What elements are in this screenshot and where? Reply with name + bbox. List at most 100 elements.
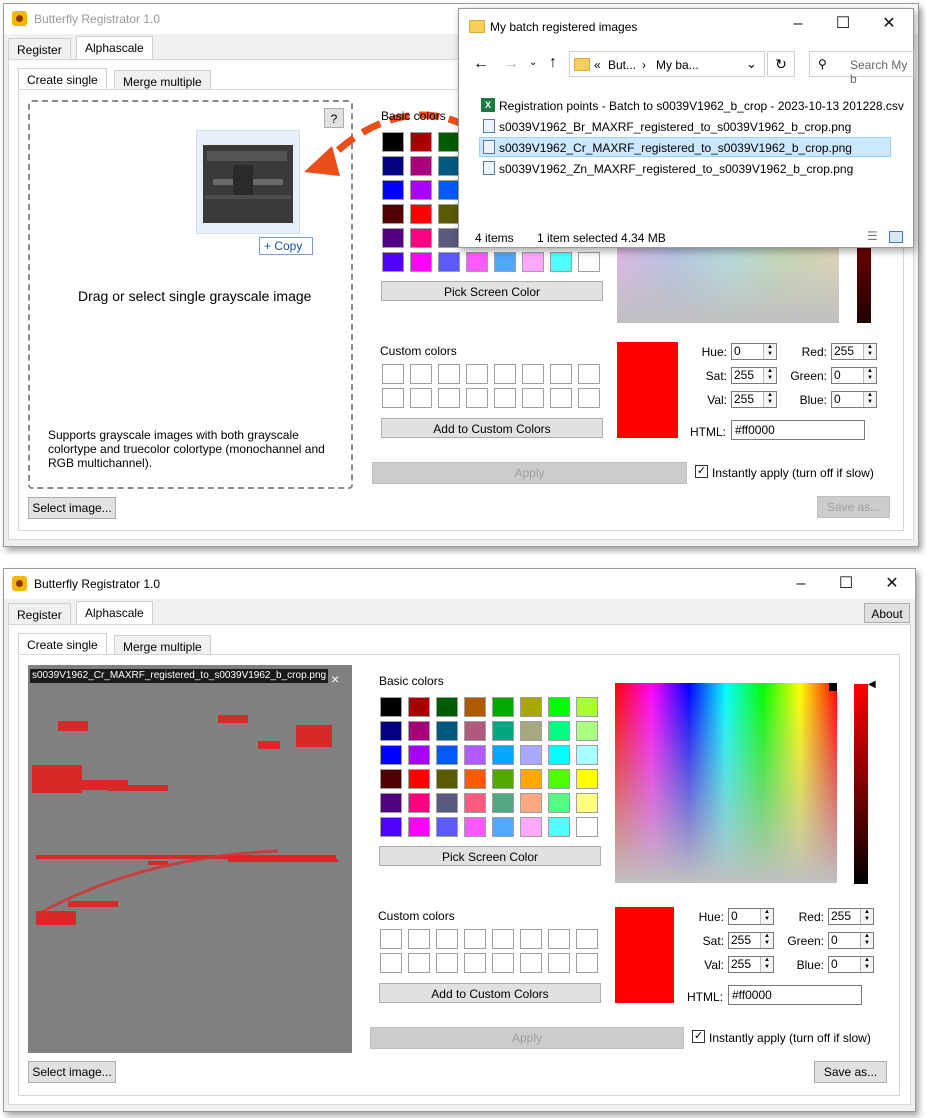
tab-register[interactable]: Register	[8, 603, 71, 625]
bottom-instantly-apply-checkbox[interactable]: ✓	[692, 1030, 705, 1043]
about-button[interactable]: About	[864, 603, 910, 623]
basic-color-swatch[interactable]	[492, 697, 514, 717]
basic-color-swatch[interactable]	[520, 697, 542, 717]
basic-color-swatch[interactable]	[492, 721, 514, 741]
basic-color-swatch[interactable]	[520, 793, 542, 813]
custom-color-swatch[interactable]	[492, 929, 514, 949]
basic-color-swatch[interactable]	[408, 769, 430, 789]
basic-color-swatch[interactable]	[380, 793, 402, 813]
basic-color-swatch[interactable]	[436, 697, 458, 717]
sat-spinbox[interactable]: 255 ▲ ▼	[731, 367, 777, 384]
basic-color-swatch[interactable]	[520, 721, 542, 741]
file-item-cr[interactable]: s0039V1962_Cr_MAXRF_registered_to_s0039V…	[499, 141, 852, 155]
basic-color-swatch[interactable]	[438, 228, 460, 248]
hue-spinbox[interactable]: 0 ▲ ▼	[731, 343, 777, 360]
custom-color-swatch[interactable]	[464, 953, 486, 973]
custom-color-swatch[interactable]	[548, 929, 570, 949]
basic-color-swatch[interactable]	[464, 769, 486, 789]
basic-color-swatch[interactable]	[410, 180, 432, 200]
basic-color-swatch[interactable]	[408, 793, 430, 813]
tab-create-single[interactable]: Create single	[18, 633, 107, 655]
basic-color-swatch[interactable]	[520, 769, 542, 789]
basic-color-swatch[interactable]	[438, 180, 460, 200]
custom-color-swatch[interactable]	[466, 388, 488, 408]
explorer-up-icon[interactable]: ↑	[549, 54, 557, 72]
address-dropdown-icon[interactable]: ⌄	[746, 56, 757, 72]
top-instantly-apply-checkbox[interactable]: ✓	[695, 465, 708, 478]
basic-color-swatch[interactable]	[410, 252, 432, 272]
basic-color-swatch[interactable]	[438, 204, 460, 224]
basic-color-swatch[interactable]	[438, 156, 460, 176]
custom-color-swatch[interactable]	[408, 953, 430, 973]
custom-color-swatch[interactable]	[436, 929, 458, 949]
hue-spinbox[interactable]: 0 ▲ ▼	[728, 908, 774, 925]
custom-color-swatch[interactable]	[578, 388, 600, 408]
custom-color-swatch[interactable]	[410, 364, 432, 384]
basic-color-swatch[interactable]	[382, 132, 404, 152]
basic-color-swatch[interactable]	[436, 817, 458, 837]
custom-color-swatch[interactable]	[410, 388, 432, 408]
custom-color-swatch[interactable]	[494, 364, 516, 384]
explorer-forward-icon[interactable]: →	[503, 55, 519, 73]
basic-color-swatch[interactable]	[548, 769, 570, 789]
spin-arrows-icon[interactable]: ▲ ▼	[760, 909, 773, 924]
maximize-icon[interactable]: ☐	[835, 575, 857, 593]
top-save-as-button[interactable]: Save as...	[817, 496, 890, 518]
basic-color-swatch[interactable]	[382, 204, 404, 224]
red-spinbox[interactable]: 255 ▲ ▼	[828, 908, 874, 925]
basic-color-swatch[interactable]	[576, 769, 598, 789]
basic-color-swatch[interactable]	[494, 252, 516, 272]
basic-color-swatch[interactable]	[492, 793, 514, 813]
custom-color-swatch[interactable]	[464, 929, 486, 949]
custom-color-swatch[interactable]	[550, 388, 572, 408]
custom-color-swatch[interactable]	[382, 364, 404, 384]
custom-color-swatch[interactable]	[408, 929, 430, 949]
red-spinbox[interactable]: 255 ▲ ▼	[831, 343, 877, 360]
basic-color-swatch[interactable]	[548, 817, 570, 837]
basic-color-swatch[interactable]	[464, 793, 486, 813]
html-color-input[interactable]: #ff0000	[728, 985, 862, 1005]
address-crumb-1[interactable]: But...	[608, 58, 636, 72]
basic-color-swatch[interactable]	[548, 793, 570, 813]
bottom-apply-button[interactable]: Apply	[370, 1027, 684, 1049]
basic-color-swatch[interactable]	[408, 817, 430, 837]
basic-color-swatch[interactable]	[550, 252, 572, 272]
basic-color-swatch[interactable]	[576, 721, 598, 741]
address-crumb-2[interactable]: My ba...	[656, 58, 699, 72]
tiles-view-icon[interactable]	[889, 231, 903, 243]
file-item-br[interactable]: s0039V1962_Br_MAXRF_registered_to_s0039V…	[499, 120, 851, 134]
basic-color-swatch[interactable]	[548, 745, 570, 765]
custom-color-swatch[interactable]	[382, 388, 404, 408]
close-icon[interactable]: ✕	[881, 575, 903, 593]
spin-arrows-icon[interactable]: ▲ ▼	[860, 909, 873, 924]
custom-color-swatch[interactable]	[576, 929, 598, 949]
basic-color-swatch[interactable]	[382, 156, 404, 176]
custom-color-swatch[interactable]	[436, 953, 458, 973]
explorer-recent-icon[interactable]: ⌄	[529, 57, 537, 68]
top-pick-screen-color-button[interactable]: Pick Screen Color	[381, 281, 603, 301]
basic-color-swatch[interactable]	[492, 769, 514, 789]
top-apply-button[interactable]: Apply	[372, 462, 687, 484]
basic-color-swatch[interactable]	[380, 697, 402, 717]
basic-color-swatch[interactable]	[408, 745, 430, 765]
tab-register[interactable]: Register	[8, 38, 71, 60]
custom-color-swatch[interactable]	[522, 388, 544, 408]
basic-color-swatch[interactable]	[436, 721, 458, 741]
sat-spinbox[interactable]: 255 ▲ ▼	[728, 932, 774, 949]
basic-color-swatch[interactable]	[548, 721, 570, 741]
basic-color-swatch[interactable]	[438, 132, 460, 152]
explorer-back-icon[interactable]: ←	[473, 55, 489, 73]
custom-color-swatch[interactable]	[466, 364, 488, 384]
tab-create-single[interactable]: Create single	[18, 68, 107, 90]
basic-color-swatch[interactable]	[410, 204, 432, 224]
basic-color-swatch[interactable]	[436, 793, 458, 813]
spin-arrows-icon[interactable]: ▲ ▼	[763, 392, 776, 407]
bottom-color-spectrum[interactable]	[615, 683, 837, 883]
basic-color-swatch[interactable]	[464, 745, 486, 765]
bottom-value-slider[interactable]	[854, 684, 868, 884]
custom-color-swatch[interactable]	[380, 929, 402, 949]
value-slider-pointer-icon[interactable]: ◀	[868, 679, 876, 690]
html-color-input[interactable]: #ff0000	[731, 420, 865, 440]
val-spinbox[interactable]: 255 ▲ ▼	[731, 391, 777, 408]
details-view-icon[interactable]: ☰	[867, 229, 878, 243]
